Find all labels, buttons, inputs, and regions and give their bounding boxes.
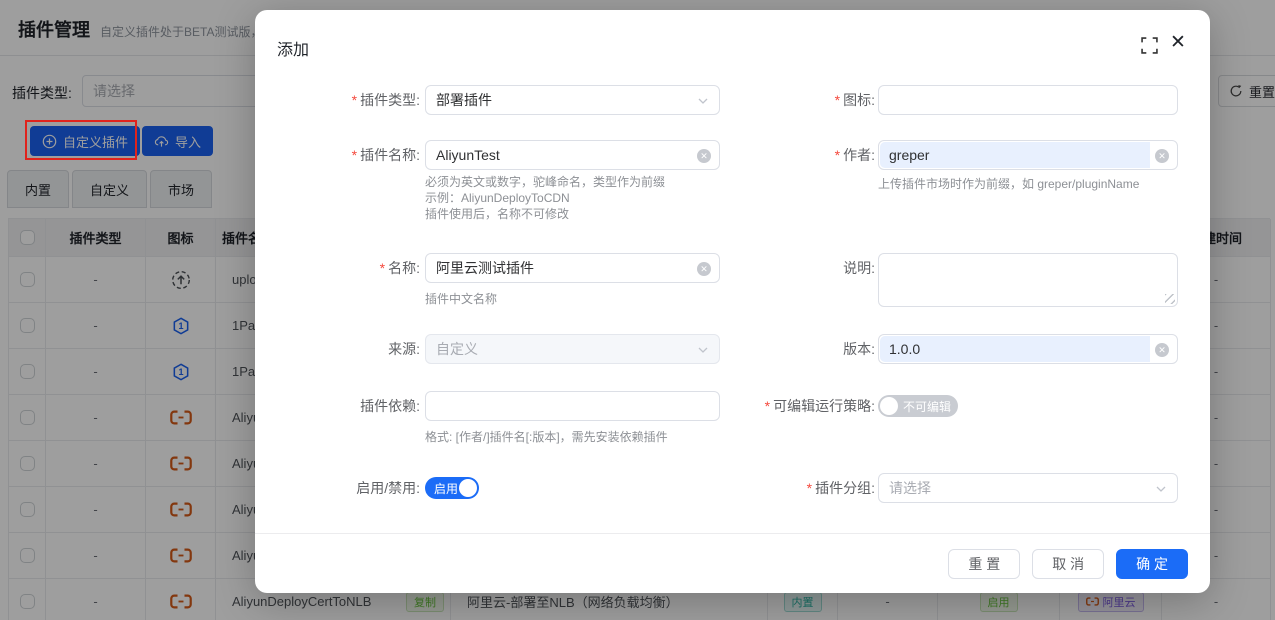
plugin-group-placeholder: 请选择 <box>889 478 931 498</box>
source-value: 自定义 <box>436 339 478 359</box>
cancel-button[interactable]: 取 消 <box>1032 549 1104 579</box>
footer-divider <box>255 533 1210 534</box>
name-hint: 插件中文名称 <box>425 291 497 307</box>
plugin-type-value: 部署插件 <box>436 90 492 110</box>
toggle-label: 不可编辑 <box>903 398 951 415</box>
required-mark: * <box>835 92 840 108</box>
author-value: greper <box>889 147 929 163</box>
required-mark: * <box>380 260 385 276</box>
clear-icon[interactable]: ✕ <box>1155 149 1169 163</box>
reset-button[interactable]: 重 置 <box>948 549 1020 579</box>
plugin-group-label: *插件分组: <box>635 473 875 503</box>
source-label: 来源: <box>255 334 420 364</box>
dependency-label: 插件依赖: <box>255 391 420 421</box>
chevron-down-icon <box>1155 483 1167 495</box>
required-mark: * <box>352 92 357 108</box>
plugin-name-label: *插件名称: <box>255 140 420 170</box>
required-mark: * <box>835 147 840 163</box>
icon-label: *图标: <box>635 85 875 115</box>
editable-policy-toggle[interactable]: 不可编辑 <box>878 395 958 417</box>
version-value: 1.0.0 <box>889 341 920 357</box>
dependency-hint: 格式: [作者/]插件名[:版本]，需先安装依赖插件 <box>425 429 668 445</box>
plugin-name-hint-2: 示例：AliyunDeployToCDN <box>425 190 570 206</box>
app-root: 插件管理 自定义插件处于BETA测试版， 插件类型: 请选择 自定义插件 导入 … <box>0 0 1275 620</box>
add-plugin-modal: 添加 ✕ *插件类型: 部署插件 *图标: *插件名称: AliyunTest … <box>255 10 1210 593</box>
editable-policy-label: *可编辑运行策略: <box>635 391 875 421</box>
modal-title: 添加 <box>277 36 309 60</box>
toggle-knob <box>880 397 898 415</box>
confirm-button[interactable]: 确 定 <box>1116 549 1188 579</box>
plugin-name-hint-3: 插件使用后，名称不可修改 <box>425 206 569 222</box>
description-textarea[interactable] <box>878 253 1178 307</box>
enabled-label: 启用/禁用: <box>255 473 420 503</box>
description-label: 说明: <box>635 253 875 283</box>
toggle-label: 启用 <box>434 480 458 497</box>
required-mark: * <box>765 398 770 414</box>
version-input[interactable]: 1.0.0 ✕ <box>878 334 1178 364</box>
author-hint: 上传插件市场时作为前缀，如 greper/pluginName <box>878 176 1139 192</box>
author-input[interactable]: greper ✕ <box>878 140 1178 170</box>
plugin-type-label: *插件类型: <box>255 85 420 115</box>
required-mark: * <box>807 480 812 496</box>
resize-handle-icon[interactable] <box>1165 294 1175 304</box>
autofill-highlight <box>880 336 1150 362</box>
author-label: *作者: <box>635 140 875 170</box>
clear-icon[interactable]: ✕ <box>1155 343 1169 357</box>
red-highlight-annotation <box>25 120 137 160</box>
icon-input[interactable] <box>878 85 1178 115</box>
version-label: 版本: <box>635 334 875 364</box>
fullscreen-icon <box>1141 37 1158 54</box>
toggle-knob <box>459 479 477 497</box>
close-icon[interactable]: ✕ <box>1170 33 1186 52</box>
name-label: *名称: <box>255 253 420 283</box>
modal-footer: 重 置 取 消 确 定 <box>948 549 1188 579</box>
plugin-name-hint-1: 必须为英文或数字，驼峰命名，类型作为前缀 <box>425 174 665 190</box>
required-mark: * <box>352 147 357 163</box>
fullscreen-button[interactable] <box>1141 37 1159 55</box>
name-value: 阿里云测试插件 <box>436 258 534 278</box>
plugin-name-value: AliyunTest <box>436 147 500 163</box>
enabled-toggle[interactable]: 启用 <box>425 477 479 499</box>
plugin-group-select[interactable]: 请选择 <box>878 473 1178 503</box>
